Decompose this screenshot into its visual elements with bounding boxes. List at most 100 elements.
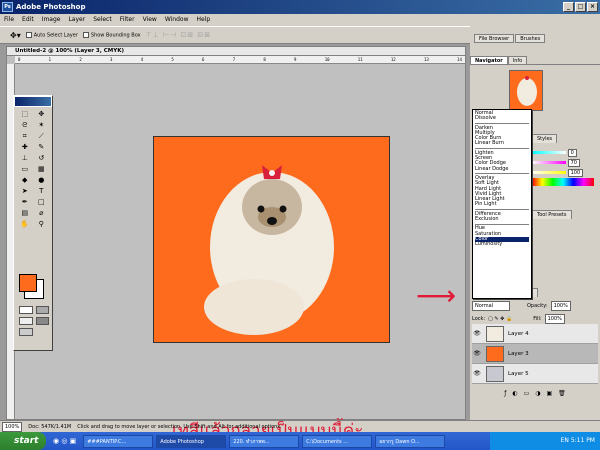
hand-tool-icon[interactable]: ✋ (17, 219, 33, 229)
zoom-field[interactable]: 100% (2, 421, 23, 432)
blend-option[interactable]: Exclusion (475, 216, 529, 222)
lock-icons[interactable]: ▢ ✎ ✥ 🔒 (488, 316, 512, 322)
standard-mode-icon[interactable] (19, 306, 33, 314)
blend-mode-select[interactable]: Normal (472, 301, 510, 311)
magic-wand-icon[interactable]: ✶ (34, 120, 50, 130)
menu-filter[interactable]: Filter (120, 14, 135, 26)
adjustment-icon[interactable]: ◑ (535, 390, 540, 397)
color-sliders: 0 70 100 (532, 148, 594, 186)
blend-option[interactable]: Linear Burn (475, 141, 529, 147)
visibility-eye-icon[interactable]: 👁 (472, 350, 482, 357)
taskbar-item[interactable]: 220. ทำภาพพ... (229, 434, 300, 448)
trash-icon[interactable]: 🗑 (558, 390, 566, 397)
layers-list: 👁 Layer 4 👁 Layer 3 👁 Layer 5 ƒ ◐ ▭ ◑ ▣ … (472, 324, 598, 406)
slice-tool-icon[interactable]: ⟋ (34, 131, 50, 141)
opacity-input[interactable]: 100% (550, 301, 571, 311)
zoom-tool-icon[interactable]: ⚲ (34, 219, 50, 229)
type-tool-icon[interactable]: T (34, 186, 50, 196)
layer-row-3[interactable]: 👁 Layer 3 (472, 344, 598, 364)
ruler-tick: 3 (110, 57, 113, 62)
menu-window[interactable]: Window (165, 14, 189, 26)
pen-tool-icon[interactable]: ✒ (17, 197, 33, 207)
menu-file[interactable]: File (4, 14, 14, 26)
notes-tool-icon[interactable]: ▤ (17, 208, 33, 218)
close-button[interactable]: × (587, 2, 598, 12)
auto-select-checkbox[interactable] (25, 31, 32, 38)
stamp-tool-icon[interactable]: ⊥ (17, 153, 33, 163)
visibility-eye-icon[interactable]: 👁 (472, 330, 482, 337)
taskbar-item[interactable]: C:\Documents ... (302, 434, 373, 448)
move-tool-icon[interactable]: ✥▾ (10, 31, 21, 40)
blend-option[interactable]: Dissolve (475, 115, 529, 121)
eraser-tool-icon[interactable]: ▭ (17, 164, 33, 174)
gradient-tool-icon[interactable]: ▦ (34, 164, 50, 174)
eyedropper-icon[interactable]: ⌀ (34, 208, 50, 218)
screen-mode-icon[interactable] (19, 317, 33, 325)
ruler-tick: 1 (48, 57, 52, 62)
new-layer-icon[interactable]: ▣ (547, 390, 553, 397)
tab-tool-presets[interactable]: Tool Presets (532, 210, 572, 219)
cyan-value[interactable]: 0 (567, 149, 577, 157)
tab-styles[interactable]: Styles (532, 134, 558, 143)
dog-photo (204, 165, 334, 335)
marquee-tool-icon[interactable]: ⬚ (17, 109, 33, 119)
blur-tool-icon[interactable]: ◆ (17, 175, 33, 185)
ruler-tick: 14 (457, 57, 462, 62)
quickmask-mode-icon[interactable] (35, 306, 49, 314)
fullscreen-mode-icon[interactable] (35, 317, 49, 325)
maximize-button[interactable]: □ (575, 2, 586, 12)
blend-option[interactable]: Linear Dodge (475, 166, 529, 172)
lasso-tool-icon[interactable]: ᘓ (17, 120, 33, 130)
mask-icon[interactable]: ◐ (512, 390, 517, 397)
menu-view[interactable]: View (143, 14, 157, 26)
magenta-value[interactable]: 70 (567, 159, 580, 167)
blend-option[interactable]: Pin Light (475, 202, 529, 208)
color-ramp[interactable] (532, 178, 594, 186)
crop-tool-icon[interactable]: ⌗ (17, 131, 33, 141)
align-buttons[interactable]: ⊤⊥ ⊢⊣ ⊡⊞ ⊟⊠ (146, 31, 212, 39)
blend-option[interactable]: Luminosity (475, 241, 529, 247)
minimize-button[interactable]: _ (563, 2, 574, 12)
folder-icon[interactable]: ▭ (524, 390, 530, 397)
ruler-tick: 5 (171, 57, 174, 62)
move-tool-icon[interactable]: ✥ (34, 109, 50, 119)
menu-select[interactable]: Select (93, 14, 112, 26)
history-brush-icon[interactable]: ↺ (34, 153, 50, 163)
layer-style-icon[interactable]: ƒ (504, 390, 506, 397)
dodge-tool-icon[interactable]: ● (34, 175, 50, 185)
fill-input[interactable]: 100% (544, 314, 565, 324)
quicklaunch-icons[interactable]: ◉ ◎ ▣ (49, 437, 80, 445)
path-select-icon[interactable]: ➤ (17, 186, 33, 196)
image-canvas[interactable] (153, 136, 390, 343)
menu-edit[interactable]: Edit (22, 14, 34, 26)
document-window: Untitled-2 @ 100% (Layer 3, CMYK) 0 1 2 … (6, 46, 466, 441)
layer-row-5[interactable]: 👁 Layer 5 (472, 364, 598, 384)
ruler-tick: 8 (263, 57, 266, 62)
navigator-thumbnail[interactable] (509, 70, 543, 111)
layer-row-4[interactable]: 👁 Layer 4 (472, 324, 598, 344)
jump-to-imageready-icon[interactable] (19, 328, 33, 336)
status-hint: Click and drag to move layer or selectio… (77, 423, 282, 430)
tab-navigator[interactable]: Navigator (470, 56, 508, 64)
visibility-eye-icon[interactable]: 👁 (472, 370, 482, 377)
brush-tool-icon[interactable]: ✎ (34, 142, 50, 152)
menu-layer[interactable]: Layer (68, 14, 85, 26)
menu-image[interactable]: Image (42, 14, 61, 26)
toolbox: ⬚ ✥ ᘓ ✶ ⌗ ⟋ ✚ ✎ ⊥ ↺ ▭ ▦ ◆ ● ➤ T ✒ □ ▤ ⌀ ✋ ⚲ (13, 95, 53, 351)
taskbar-item-active[interactable]: Adobe Photoshop (156, 434, 227, 448)
layer-name: Layer 5 (508, 370, 529, 377)
language-indicator[interactable]: EN (561, 437, 569, 444)
tab-brushes[interactable]: Brushes (515, 34, 546, 43)
start-button[interactable]: start (0, 432, 46, 450)
taskbar-item[interactable]: อยากรู Dawn O... (375, 434, 446, 448)
shape-tool-icon[interactable]: □ (34, 197, 50, 207)
layer-options-row: Normal Opacity: 100% (472, 300, 600, 312)
menu-help[interactable]: Help (197, 14, 211, 26)
tab-info[interactable]: Info (507, 56, 528, 64)
bounding-box-checkbox[interactable] (82, 31, 89, 38)
taskbar-item[interactable]: ###PANTIP.C... (83, 434, 154, 448)
foreground-color-swatch[interactable] (19, 274, 37, 292)
yellow-value[interactable]: 100 (567, 169, 584, 177)
tab-file-browser[interactable]: File Browser (474, 34, 515, 43)
healing-brush-icon[interactable]: ✚ (17, 142, 33, 152)
